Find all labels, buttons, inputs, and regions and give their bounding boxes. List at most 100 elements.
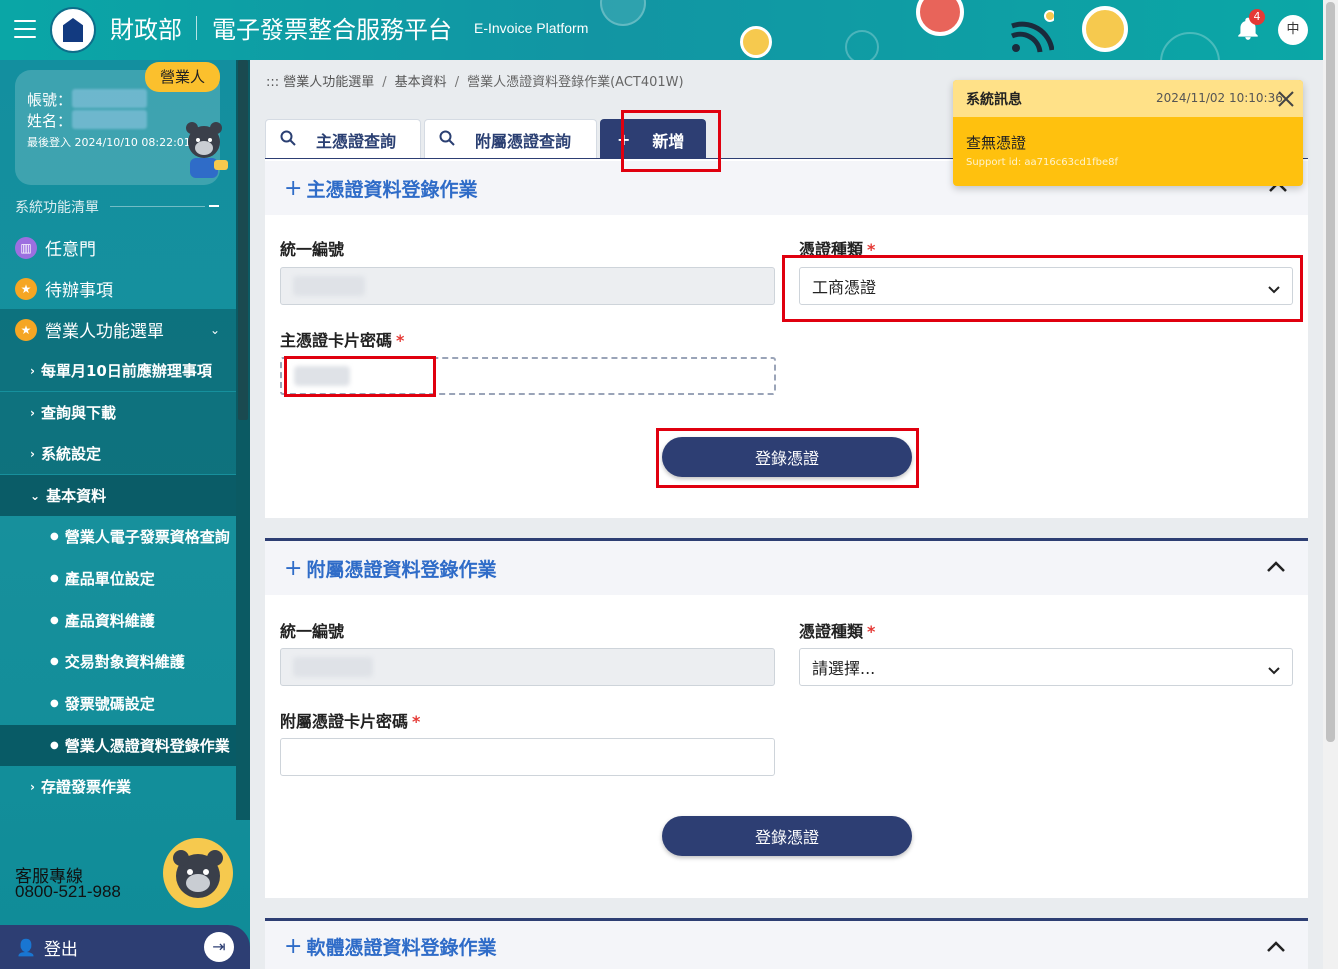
toast-header: 系統訊息 2024/11/02 10:10:36 — [953, 80, 1303, 117]
close-icon[interactable] — [1276, 89, 1296, 109]
sidebar-item-business-menu[interactable]: ★ 營業人功能選單 ⌄ — [0, 309, 236, 350]
soft-cert-panel: + 軟體憑證資料登錄作業 — [265, 918, 1308, 969]
sidebar-item-label: 每單月10日前應辦理事項 — [40, 362, 212, 380]
sidebar-item-anydoor[interactable]: ▥ 任意門 — [0, 227, 236, 268]
breadcrumb-root[interactable]: ::: 營業人功能選單 — [266, 75, 374, 90]
sidebar-scrollbar[interactable] — [236, 60, 250, 820]
panel-title: 軟體憑證資料登錄作業 — [306, 937, 497, 959]
cert-type-select[interactable]: 請選擇... — [799, 648, 1293, 686]
sidebar-item-todo[interactable]: ★ 待辦事項 — [0, 268, 236, 309]
platform-title: 電子發票整合服務平台 — [212, 16, 452, 44]
sidebar-item-product-unit[interactable]: ● 產品單位設定 — [0, 558, 236, 599]
notification-count-badge: 4 — [1249, 9, 1265, 25]
tab-add[interactable]: + 新增 — [600, 119, 706, 159]
chevron-up-icon[interactable] — [1264, 935, 1288, 959]
main-cert-panel: + 主憑證資料登錄作業 統一編號 憑證種類 * 工商憑證 主憑證卡片密碼 * 登錄憑… — [265, 159, 1308, 518]
sidebar-item-label: 營業人電子發票資格查詢 — [64, 528, 230, 546]
card-pin-input[interactable] — [280, 738, 775, 776]
sidebar-item-monthly-tasks[interactable]: › 每單月10日前應辦理事項 — [0, 350, 236, 391]
tax-id-input — [280, 648, 775, 686]
tab-sub-cert-query[interactable]: 附屬憑證查詢 — [424, 119, 597, 159]
name-value-masked — [72, 110, 147, 129]
menu-divider — [110, 206, 205, 207]
plus-icon: + — [617, 130, 631, 149]
sidebar-item-product-data[interactable]: ● 產品資料維護 — [0, 600, 236, 641]
sidebar-item-invoice-number[interactable]: ● 發票號碼設定 — [0, 683, 236, 724]
wifi-decoration — [1008, 10, 1056, 53]
sidebar-item-trade-partner[interactable]: ● 交易對象資料維護 — [0, 641, 236, 682]
sidebar-item-label: 待辦事項 — [45, 281, 113, 301]
language-switch-button[interactable]: 中 — [1278, 15, 1308, 45]
logout-bar[interactable]: 👤 登出 ⇥ — [0, 925, 250, 969]
hotline-number: 0800-521-988 — [15, 882, 121, 901]
menu-section-title: 系統功能清單 — [15, 200, 99, 216]
breadcrumb-current: 營業人憑證資料登錄作業(ACT401W) — [467, 75, 684, 90]
register-main-cert-button[interactable]: 登錄憑證 — [662, 437, 912, 477]
soft-cert-panel-header[interactable]: + 軟體憑證資料登錄作業 — [265, 921, 1308, 969]
logout-label: 登出 — [43, 939, 78, 960]
ministry-logo[interactable] — [50, 7, 96, 53]
bullet-icon: ● — [50, 615, 59, 626]
register-sub-cert-button[interactable]: 登錄憑證 — [662, 816, 912, 856]
sidebar-item-invoice-eligibility[interactable]: ● 營業人電子發票資格查詢 — [0, 516, 236, 557]
sidebar-item-label: 交易對象資料維護 — [64, 653, 185, 671]
decorative-circle — [600, 0, 646, 26]
logout-icon[interactable]: ⇥ — [204, 932, 234, 962]
user-icon: 👤 — [16, 937, 36, 957]
chevron-down-icon: ⌄ — [30, 488, 41, 503]
sidebar-item-query-download[interactable]: › 查詢與下載 — [0, 392, 236, 433]
select-value: 工商憑證 — [812, 278, 877, 297]
sidebar: 營業人 帳號： 姓名： 最後登入 2024/10/10 08:22:01 系統功… — [0, 60, 250, 969]
mascot-bear-image — [163, 838, 233, 908]
chevron-right-icon: › — [30, 363, 35, 378]
cert-type-label: 憑證種類 * — [799, 622, 876, 641]
toast-title: 系統訊息 — [966, 91, 1022, 108]
sidebar-item-label: 發票號碼設定 — [64, 695, 155, 713]
account-label: 帳號： — [27, 91, 73, 109]
sidebar-item-label: 查詢與下載 — [40, 404, 116, 422]
card-pin-input[interactable] — [280, 357, 776, 395]
plus-icon: + — [284, 555, 303, 581]
search-icon — [439, 130, 455, 150]
sidebar-item-cert-registration[interactable]: ● 營業人憑證資料登錄作業 — [0, 725, 236, 766]
masked-value — [294, 366, 350, 386]
map-icon: ▥ — [15, 236, 37, 259]
cert-type-select[interactable]: 工商憑證 — [799, 267, 1293, 305]
tab-label: 新增 — [652, 131, 685, 151]
tab-main-cert-query[interactable]: 主憑證查詢 — [265, 119, 421, 159]
name-label: 姓名： — [27, 112, 73, 130]
star-icon: ★ — [15, 318, 37, 341]
select-value: 請選擇... — [812, 659, 876, 678]
chevron-right-icon: › — [30, 446, 35, 461]
masked-value — [293, 276, 365, 296]
last-login-text: 最後登入 2024/10/10 08:22:01 — [27, 136, 191, 149]
chevron-up-icon[interactable] — [1264, 555, 1288, 579]
sidebar-item-label: 任意門 — [45, 240, 96, 260]
sidebar-item-system-settings[interactable]: › 系統設定 — [0, 433, 236, 474]
platform-title-en: E-Invoice Platform — [474, 20, 589, 36]
masked-value — [293, 657, 373, 677]
chevron-right-icon: › — [30, 405, 35, 420]
chevron-down-icon — [1268, 280, 1280, 294]
sub-cert-panel-header[interactable]: + 附屬憑證資料登錄作業 — [265, 541, 1308, 595]
search-icon — [280, 130, 296, 150]
sidebar-item-label: 系統設定 — [40, 445, 101, 463]
card-pin-label: 附屬憑證卡片密碼 * — [280, 712, 421, 731]
sidebar-item-label: 營業人憑證資料登錄作業 — [64, 737, 230, 755]
menu-toggle-button[interactable] — [14, 20, 36, 38]
bullet-icon: ● — [50, 740, 59, 751]
sidebar-item-archive-invoice[interactable]: › 存證發票作業 — [0, 766, 236, 807]
account-value-masked — [72, 89, 147, 108]
page-scrollbar[interactable] — [1323, 0, 1338, 969]
sidebar-item-label: 基本資料 — [46, 487, 107, 505]
breadcrumb: ::: 營業人功能選單 / 基本資料 / 營業人憑證資料登錄作業(ACT401W) — [266, 75, 684, 90]
cert-type-label: 憑證種類 * — [799, 240, 876, 259]
breadcrumb-level2[interactable]: 基本資料 — [395, 75, 447, 90]
system-message-toast: 系統訊息 2024/11/02 10:10:36 查無憑證 Support id… — [953, 80, 1303, 186]
tax-id-label: 統一編號 — [280, 240, 345, 259]
sidebar-item-basic-data[interactable]: ⌄ 基本資料 — [0, 475, 236, 516]
bullet-icon: ● — [50, 531, 59, 542]
collapse-menu-icon[interactable] — [209, 205, 219, 207]
star-icon: ★ — [15, 277, 37, 300]
decorative-coin — [1082, 6, 1128, 52]
